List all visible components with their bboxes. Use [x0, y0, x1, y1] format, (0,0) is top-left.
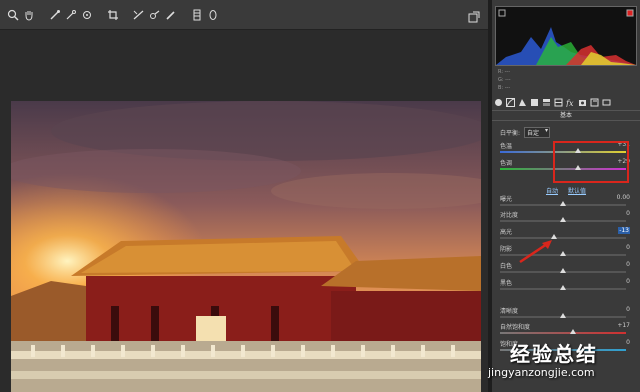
slider-label: 清晰度 — [500, 308, 519, 315]
slider-value[interactable]: 0 — [626, 210, 630, 217]
white-balance-label: 白平衡: — [500, 130, 521, 137]
rgb-b: B: --- — [498, 85, 511, 91]
white-balance-select[interactable]: 自定 — [524, 127, 551, 138]
slider-row: 对比度 0 — [500, 210, 634, 226]
slider-label: 曝光 — [500, 196, 513, 203]
slider-thumb[interactable] — [560, 201, 566, 206]
graduated-filter-icon[interactable] — [190, 6, 204, 24]
slider-value[interactable]: 0 — [626, 244, 630, 251]
slider-value[interactable]: 0 — [626, 261, 630, 268]
split-toning-tab-icon[interactable] — [542, 98, 551, 107]
shadow-clipping-icon[interactable] — [498, 9, 506, 17]
slider-value[interactable]: +17 — [617, 322, 630, 329]
color-sampler-icon[interactable] — [64, 6, 78, 24]
section-title-basic: 基本 — [492, 110, 640, 121]
detail-tab-icon[interactable] — [518, 98, 527, 107]
camera-calibration-tab-icon[interactable] — [578, 98, 587, 107]
watermark-url: jingyanzongjie.com — [488, 366, 595, 379]
rgb-readout: R: --- G: --- B: --- — [498, 68, 511, 92]
zoom-icon[interactable] — [6, 6, 20, 24]
target-adjust-icon[interactable] — [80, 6, 94, 24]
slider-value[interactable]: -13 — [618, 227, 630, 234]
slider-thumb[interactable] — [560, 217, 566, 222]
lens-tab-icon[interactable] — [554, 98, 563, 107]
hand-icon[interactable] — [22, 6, 36, 24]
svg-text:fx: fx — [566, 99, 574, 107]
slider-row: 自然饱和度 +17 — [500, 322, 634, 338]
slider-thumb[interactable] — [560, 313, 566, 318]
fullscreen-icon[interactable] — [468, 8, 480, 23]
adjustment-panel: R: --- G: --- B: --- fx 基本 白平衡: 自定 自动 默认… — [492, 0, 640, 392]
hsl-tab-icon[interactable] — [530, 98, 539, 107]
slider-label: 阴影 — [500, 246, 513, 253]
crop-icon[interactable] — [106, 6, 120, 24]
preview-canvas[interactable] — [0, 31, 488, 392]
slider-value[interactable]: 0.00 — [617, 194, 630, 201]
rgb-r: R: --- — [498, 69, 511, 75]
slider-value[interactable]: 0 — [626, 306, 630, 313]
slider-label: 色调 — [500, 160, 513, 167]
tone-curve-tab-icon[interactable] — [506, 97, 515, 107]
slider-row: 黑色 0 — [500, 278, 634, 294]
slider-thumb[interactable] — [570, 329, 577, 334]
slider-label: 黑色 — [500, 280, 513, 287]
slider-value[interactable]: 0 — [626, 278, 630, 285]
slider-label: 对比度 — [500, 212, 519, 219]
slider-row: 清晰度 0 — [500, 306, 634, 322]
slider-thumb[interactable] — [560, 251, 566, 256]
slider-label: 色温 — [500, 143, 513, 150]
slider-label: 自然饱和度 — [500, 324, 531, 331]
highlight-clipping-icon[interactable] — [626, 9, 634, 17]
presets-tab-icon[interactable] — [590, 98, 599, 107]
spot-removal-icon[interactable] — [148, 6, 162, 24]
slider-value[interactable]: 0 — [626, 339, 630, 346]
white-balance-row: 白平衡: 自定 — [500, 127, 551, 138]
rgb-g: G: --- — [498, 77, 511, 83]
watermark-text: 经验总结 — [510, 342, 598, 366]
straighten-icon[interactable] — [132, 6, 146, 24]
white-balance-icon[interactable] — [48, 6, 62, 24]
radial-filter-icon[interactable] — [206, 6, 220, 24]
slider-thumb[interactable] — [560, 285, 566, 290]
slider-row: 曝光 0.00 — [500, 194, 634, 210]
snapshots-tab-icon[interactable] — [602, 98, 611, 107]
annotation-arrow — [519, 240, 552, 264]
toolbar — [0, 0, 488, 30]
highlight-box — [553, 141, 629, 183]
adjustment-brush-icon[interactable] — [164, 6, 178, 24]
slider-thumb[interactable] — [560, 268, 566, 273]
photo-preview — [11, 101, 481, 392]
panel-tabs: fx — [492, 96, 640, 108]
slider-label: 白色 — [500, 263, 513, 270]
histogram — [495, 6, 637, 66]
slider-label: 高光 — [500, 229, 513, 236]
effects-tab-icon[interactable]: fx — [566, 98, 575, 107]
basic-tab-icon[interactable] — [494, 98, 503, 107]
slider-track[interactable] — [500, 332, 626, 334]
